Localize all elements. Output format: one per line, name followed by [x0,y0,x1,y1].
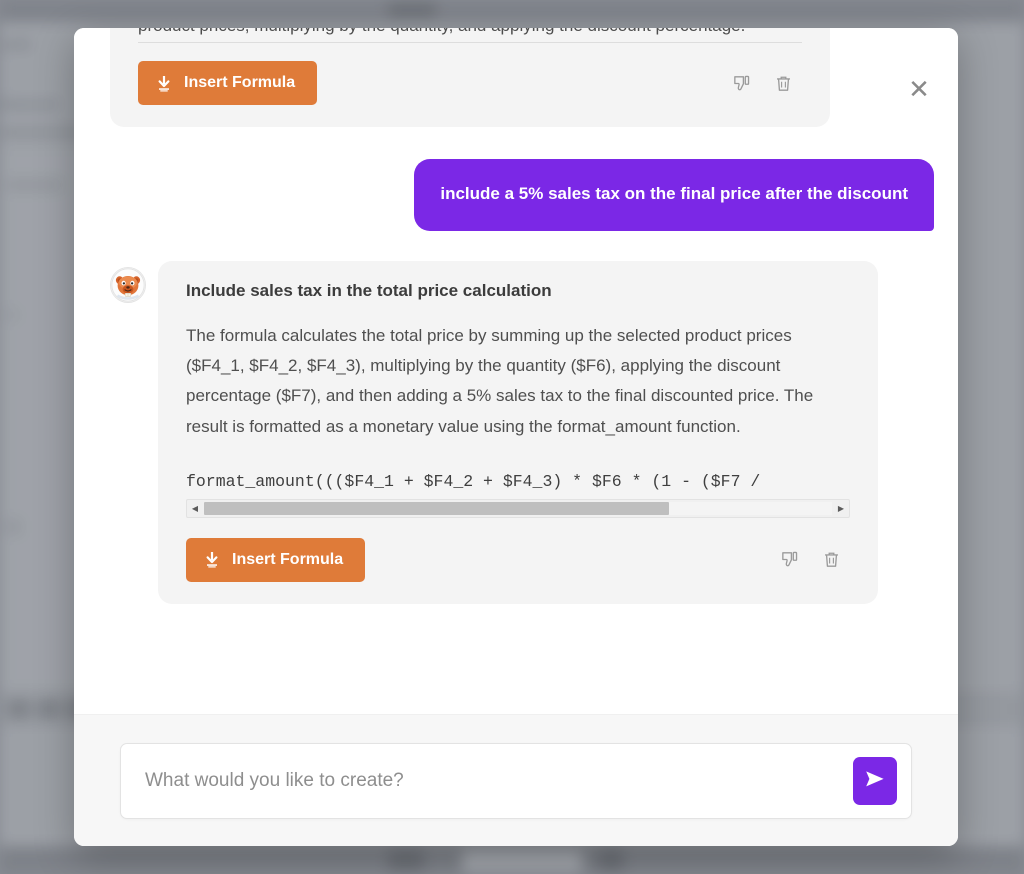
chat-message-list[interactable]: product prices, multiplying by the quant… [74,28,958,714]
assistant-answer-title: Include sales tax in the total price cal… [186,280,552,300]
card-divider [138,42,802,43]
user-message-bubble: include a 5% sales tax on the final pric… [414,159,934,231]
insert-formula-button[interactable]: Insert Formula [186,537,366,582]
scrollbar-thumb[interactable] [204,501,669,515]
formula-block: format_amount((($F4_1 + $F4_2 + $F4_3) *… [186,468,850,518]
thumbs-down-icon[interactable] [730,72,752,94]
scroll-left-arrow-icon[interactable]: ◀ [187,504,203,513]
download-icon [204,551,220,568]
assistant-card: product prices, multiplying by the quant… [110,28,830,127]
message-assistant-clipped: product prices, multiplying by the quant… [110,28,942,127]
insert-formula-button[interactable]: Insert Formula [138,61,318,105]
scrollbar-track[interactable] [204,501,832,515]
formula-horizontal-scrollbar[interactable]: ◀ ▶ [186,498,850,518]
feedback-icon-group [778,549,850,571]
trash-icon[interactable] [772,72,794,94]
assistant-card-actions: Insert Formula [186,537,850,582]
prompt-input[interactable] [143,768,853,793]
beaver-mascot-avatar [110,266,146,303]
assistant-answer-body: The formula calculates the total price b… [186,325,814,436]
assistant-card-actions: Insert Formula [138,61,802,105]
composer-input-wrapper[interactable] [120,742,912,819]
send-button[interactable] [853,756,897,805]
clipped-body-text: product prices, multiplying by the quant… [138,28,802,42]
send-paper-plane-icon [863,767,887,794]
insert-formula-label: Insert Formula [184,74,296,91]
assistant-card: Include sales tax in the total price cal… [158,260,878,604]
scroll-right-arrow-icon[interactable]: ▶ [833,504,849,513]
formula-code-text[interactable]: format_amount((($F4_1 + $F4_2 + $F4_3) *… [186,468,850,499]
download-icon [156,75,172,92]
insert-formula-label: Insert Formula [232,550,344,568]
composer-footer [74,714,958,846]
ai-assistant-modal: ✕ product prices, multiplying by the qua… [74,28,958,846]
feedback-icon-group [730,72,802,94]
message-user: include a 5% sales tax on the final pric… [110,159,942,231]
thumbs-down-icon[interactable] [778,549,800,571]
trash-icon[interactable] [820,549,842,571]
message-assistant: Include sales tax in the total price cal… [110,260,942,604]
close-icon[interactable]: ✕ [902,72,936,106]
